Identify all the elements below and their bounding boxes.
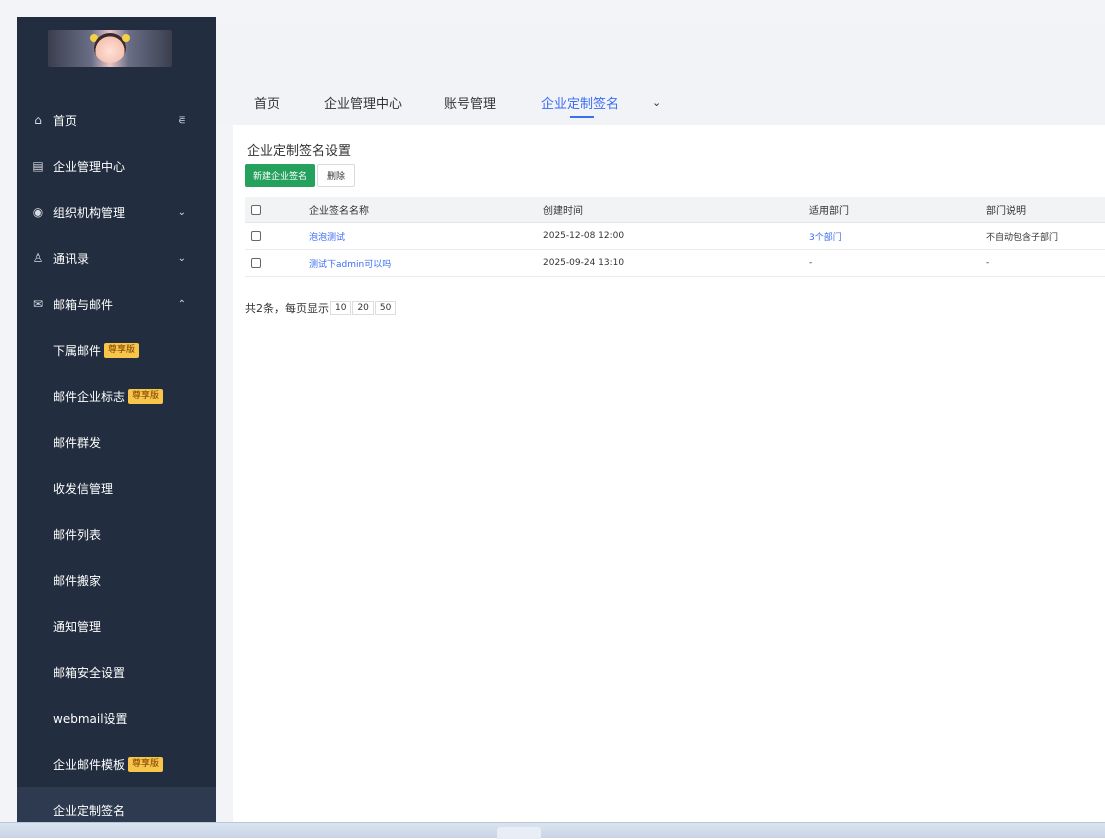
page-size-20[interactable]: 20 (352, 301, 374, 315)
created-time: 2025-09-24 13:10 (543, 258, 625, 268)
table-row: 测试下admin可以吗 2025-09-24 13:10 - - (245, 250, 1105, 277)
dept-value: - (809, 258, 813, 268)
layers-icon: ◉ (32, 205, 44, 219)
sidebar-item-enterprise-center[interactable]: ▤ 企业管理中心 (17, 143, 216, 189)
sidebar-subitem-mail-list[interactable]: 邮件列表 (17, 511, 216, 557)
chevron-down-icon[interactable]: ⌄ (652, 96, 661, 109)
sidebar-item-mail[interactable]: ✉ 邮箱与邮件 ⌃ (17, 281, 216, 327)
select-all-checkbox-cell (251, 197, 261, 222)
new-signature-button[interactable]: 新建企业签名 (245, 164, 315, 187)
sidebar-item-label: 首页 (53, 113, 78, 128)
row-checkbox[interactable] (251, 231, 261, 241)
sidebar-subitem-mail-template[interactable]: 企业邮件模板 尊享版 (17, 741, 216, 787)
tab-enterprise-center[interactable]: 企业管理中心 (324, 93, 402, 112)
sidebar-subitem-security[interactable]: 邮箱安全设置 (17, 649, 216, 695)
contacts-icon: ♙ (32, 251, 44, 265)
sidebar-item-label: 企业管理中心 (53, 159, 126, 174)
sidebar-subitem-mass-mail[interactable]: 邮件群发 (17, 419, 216, 465)
sidebar-menu: ⌂ 首页 ⋷ ▤ 企业管理中心 ◉ 组织机构管理 ⌄ ♙ 通讯录 ⌄ ✉ 邮箱与… (17, 97, 216, 822)
column-header-name: 企业签名名称 (309, 206, 369, 217)
table-row: 泡泡测试 2025-12-08 12:00 3个部门 不自动包含子部门 (245, 223, 1105, 250)
select-all-checkbox[interactable] (251, 204, 261, 215)
sidebar-subitem-custom-signature[interactable]: 企业定制签名 (17, 787, 216, 822)
sidebar-subitem-label: 下属邮件 (53, 343, 102, 358)
tab-account-management[interactable]: 账号管理 (444, 93, 496, 112)
column-header-desc: 部门说明 (986, 206, 1026, 217)
sidebar-subitem-subordinate-mail[interactable]: 下属邮件 尊享版 (17, 327, 216, 373)
page-title: 企业定制签名设置 (247, 144, 352, 159)
sidebar-subitem-send-receive[interactable]: 收发信管理 (17, 465, 216, 511)
delete-button[interactable]: 删除 (317, 164, 355, 187)
logo-flower-right (122, 34, 130, 42)
sidebar-subitem-mail-logo[interactable]: 邮件企业标志 尊享版 (17, 373, 216, 419)
pagination-summary: 共2条，每页显示 (245, 302, 329, 315)
mail-icon: ✉ (32, 297, 44, 311)
taskbar-strip (0, 822, 1105, 839)
premium-badge: 尊享版 (104, 342, 140, 358)
column-header-time: 创建时间 (543, 206, 583, 217)
page-size-10[interactable]: 10 (330, 301, 352, 315)
chevron-down-icon: ⌄ (177, 206, 186, 218)
premium-badge: 尊享版 (128, 388, 164, 404)
sidebar-subitem-label: 邮件群发 (53, 435, 102, 450)
grid-icon: ▤ (32, 159, 44, 173)
signature-name-link[interactable]: 测试下admin可以吗 (309, 250, 391, 276)
chevron-down-icon: ⌄ (177, 252, 186, 264)
sidebar-subitem-label: 邮件列表 (53, 527, 102, 542)
sidebar-subitem-label: 邮箱安全设置 (53, 665, 126, 680)
created-time: 2025-12-08 12:00 (543, 231, 625, 241)
pagination: 共2条，每页显示 10 20 50 (245, 300, 397, 316)
row-checkbox-cell (251, 223, 261, 249)
sidebar-item-home[interactable]: ⌂ 首页 ⋷ (17, 97, 216, 143)
sidebar-subitem-label: 企业邮件模板 (53, 757, 126, 772)
sidebar-subitem-mail-migration[interactable]: 邮件搬家 (17, 557, 216, 603)
sidebar-item-label: 通讯录 (53, 251, 90, 266)
logo (48, 30, 172, 67)
sidebar-subitem-label: 企业定制签名 (53, 803, 126, 818)
sidebar-subitem-webmail[interactable]: webmail设置 (17, 695, 216, 741)
dept-description: 不自动包含子部门 (986, 232, 1059, 243)
sidebar-subitem-label: 收发信管理 (53, 481, 114, 496)
sidebar: ⌂ 首页 ⋷ ▤ 企业管理中心 ◉ 组织机构管理 ⌄ ♙ 通讯录 ⌄ ✉ 邮箱与… (17, 17, 216, 822)
sidebar-subitem-label: 邮件企业标志 (53, 389, 126, 404)
home-icon: ⌂ (34, 113, 42, 127)
column-header-dept: 适用部门 (809, 206, 849, 217)
premium-badge: 尊享版 (128, 756, 164, 772)
taskbar-tab[interactable] (497, 827, 541, 839)
active-tab-indicator (570, 116, 594, 118)
page-size-50[interactable]: 50 (374, 301, 397, 315)
dept-link[interactable]: 3个部门 (809, 223, 842, 249)
sidebar-subitem-label: webmail设置 (53, 711, 128, 726)
chevron-up-icon: ⌃ (177, 298, 186, 310)
sidebar-item-label: 邮箱与邮件 (53, 297, 114, 312)
tab-bar: 首页 企业管理中心 账号管理 企业定制签名 (216, 63, 1105, 125)
row-checkbox[interactable] (251, 258, 261, 268)
tab-custom-signature[interactable]: 企业定制签名 (541, 93, 619, 112)
signature-name-link[interactable]: 泡泡测试 (309, 223, 345, 249)
sidebar-item-contacts[interactable]: ♙ 通讯录 ⌄ (17, 235, 216, 281)
collapse-sidebar-icon[interactable]: ⋷ (178, 114, 186, 127)
dept-description: - (986, 258, 990, 268)
sidebar-item-org-management[interactable]: ◉ 组织机构管理 ⌄ (17, 189, 216, 235)
sidebar-item-label: 组织机构管理 (53, 205, 126, 220)
sidebar-subitem-label: 通知管理 (53, 619, 102, 634)
row-checkbox-cell (251, 250, 261, 276)
top-bar (216, 17, 1105, 63)
main-content: 企业定制签名设置 新建企业签名 删除 企业签名名称 创建时间 适用部门 部门说明… (233, 125, 1105, 822)
signature-table: 企业签名名称 创建时间 适用部门 部门说明 泡泡测试 2025-12-08 12… (245, 197, 1105, 277)
table-header: 企业签名名称 创建时间 适用部门 部门说明 (245, 197, 1105, 223)
tab-home[interactable]: 首页 (254, 93, 280, 112)
sidebar-subitem-label: 邮件搬家 (53, 573, 102, 588)
sidebar-subitem-notification[interactable]: 通知管理 (17, 603, 216, 649)
